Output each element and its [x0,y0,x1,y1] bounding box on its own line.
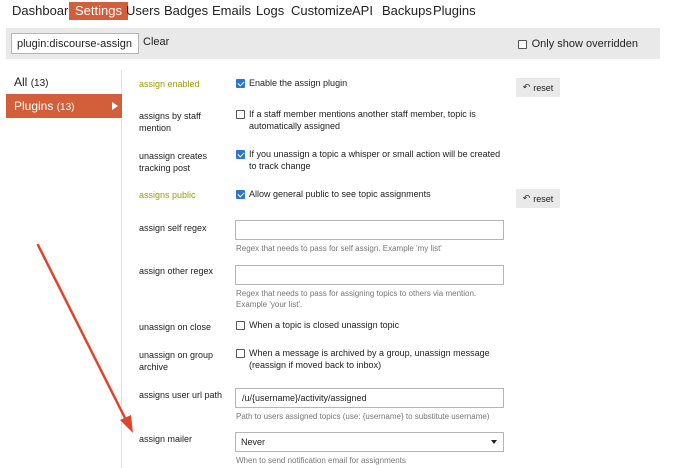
unassign-on-close-description: When a topic is closed unassign topic [249,320,400,330]
unassign-on-group-archive-checkbox[interactable] [236,349,245,358]
nav-api[interactable]: API [346,2,379,20]
setting-label-assign-other-regex: assign other regex [139,266,214,276]
assigns-public-checkbox[interactable] [236,190,245,199]
reset-label: reset [533,82,554,93]
setting-label-assign-mailer: assign mailer [139,434,193,444]
assign-other-regex-help: Regex that needs to pass for assigning t… [236,289,477,309]
assigns-user-url-path-help: Path to users assigned topics (use: {use… [236,412,490,421]
sidebar-item-count: (13) [56,102,75,113]
assigns-by-staff-mention-description: If a staff member mentions another staff… [249,109,476,131]
assign-mailer-selected-value: Never [241,437,266,447]
admin-nav: Dashboard Settings Users Badges Emails L… [0,0,690,22]
assigns-by-staff-mention-checkbox[interactable] [236,110,245,119]
unassign-on-group-archive-description: When a message is archived by a group, u… [249,348,490,370]
setting-label-assigns-public: assigns public [139,190,196,200]
settings-filter-bar: Clear Only show overridden [6,28,660,59]
reset-assign-enabled-button[interactable]: ↶ reset [516,78,560,97]
assign-enabled-description: Enable the assign plugin [249,78,348,88]
sidebar-item-count: (13) [30,78,49,89]
sidebar-item-plugins[interactable]: Plugins (13) [6,94,122,118]
assign-mailer-select[interactable]: Never [235,432,504,452]
only-overridden-checkbox[interactable] [517,39,527,49]
setting-label-unassign-on-group-archive: unassign on group archive [139,350,214,372]
reset-assigns-public-button[interactable]: ↶ reset [516,189,560,208]
assign-self-regex-help: Regex that needs to pass for self assign… [236,244,442,253]
assigns-public-description: Allow general public to see topic assign… [249,189,431,199]
assigns-user-url-path-input[interactable] [235,388,504,408]
sidebar-item-all[interactable]: All (13) [6,70,122,94]
only-overridden-toggle[interactable]: Only show overridden [517,38,638,50]
sidebar-item-label: Plugins [14,99,54,113]
settings-filter-input[interactable] [11,33,139,54]
unassign-creates-tracking-post-description: If you unassign a topic a whisper or sma… [249,149,501,171]
settings-category-sidebar: All (13) Plugins (13) [6,70,122,468]
unassign-on-close-checkbox[interactable] [236,321,245,330]
setting-label-assign-enabled: assign enabled [139,79,200,89]
undo-icon: ↶ [522,82,531,92]
nav-plugins[interactable]: Plugins [427,2,482,20]
caret-right-icon [112,102,118,110]
reset-label: reset [533,193,554,204]
setting-label-unassign-creates-tracking-post: unassign creates tracking post [139,151,208,173]
assign-other-regex-input[interactable] [235,265,504,285]
chevron-down-icon [491,440,497,444]
assign-enabled-checkbox[interactable] [236,79,245,88]
undo-icon: ↶ [522,193,531,203]
setting-label-assigns-by-staff-mention: assigns by staff mention [139,111,201,133]
unassign-creates-tracking-post-checkbox[interactable] [236,150,245,159]
sidebar-item-label: All [14,75,28,89]
assign-self-regex-input[interactable] [235,220,504,240]
clear-filter-button[interactable]: Clear [143,36,169,48]
setting-label-assign-self-regex: assign self regex [139,223,207,233]
setting-label-unassign-on-close: unassign on close [139,322,212,332]
assign-mailer-help: When to send notification email for assi… [236,456,406,465]
setting-label-assigns-user-url-path: assigns user url path [139,390,223,400]
only-overridden-label: Only show overridden [531,38,638,50]
